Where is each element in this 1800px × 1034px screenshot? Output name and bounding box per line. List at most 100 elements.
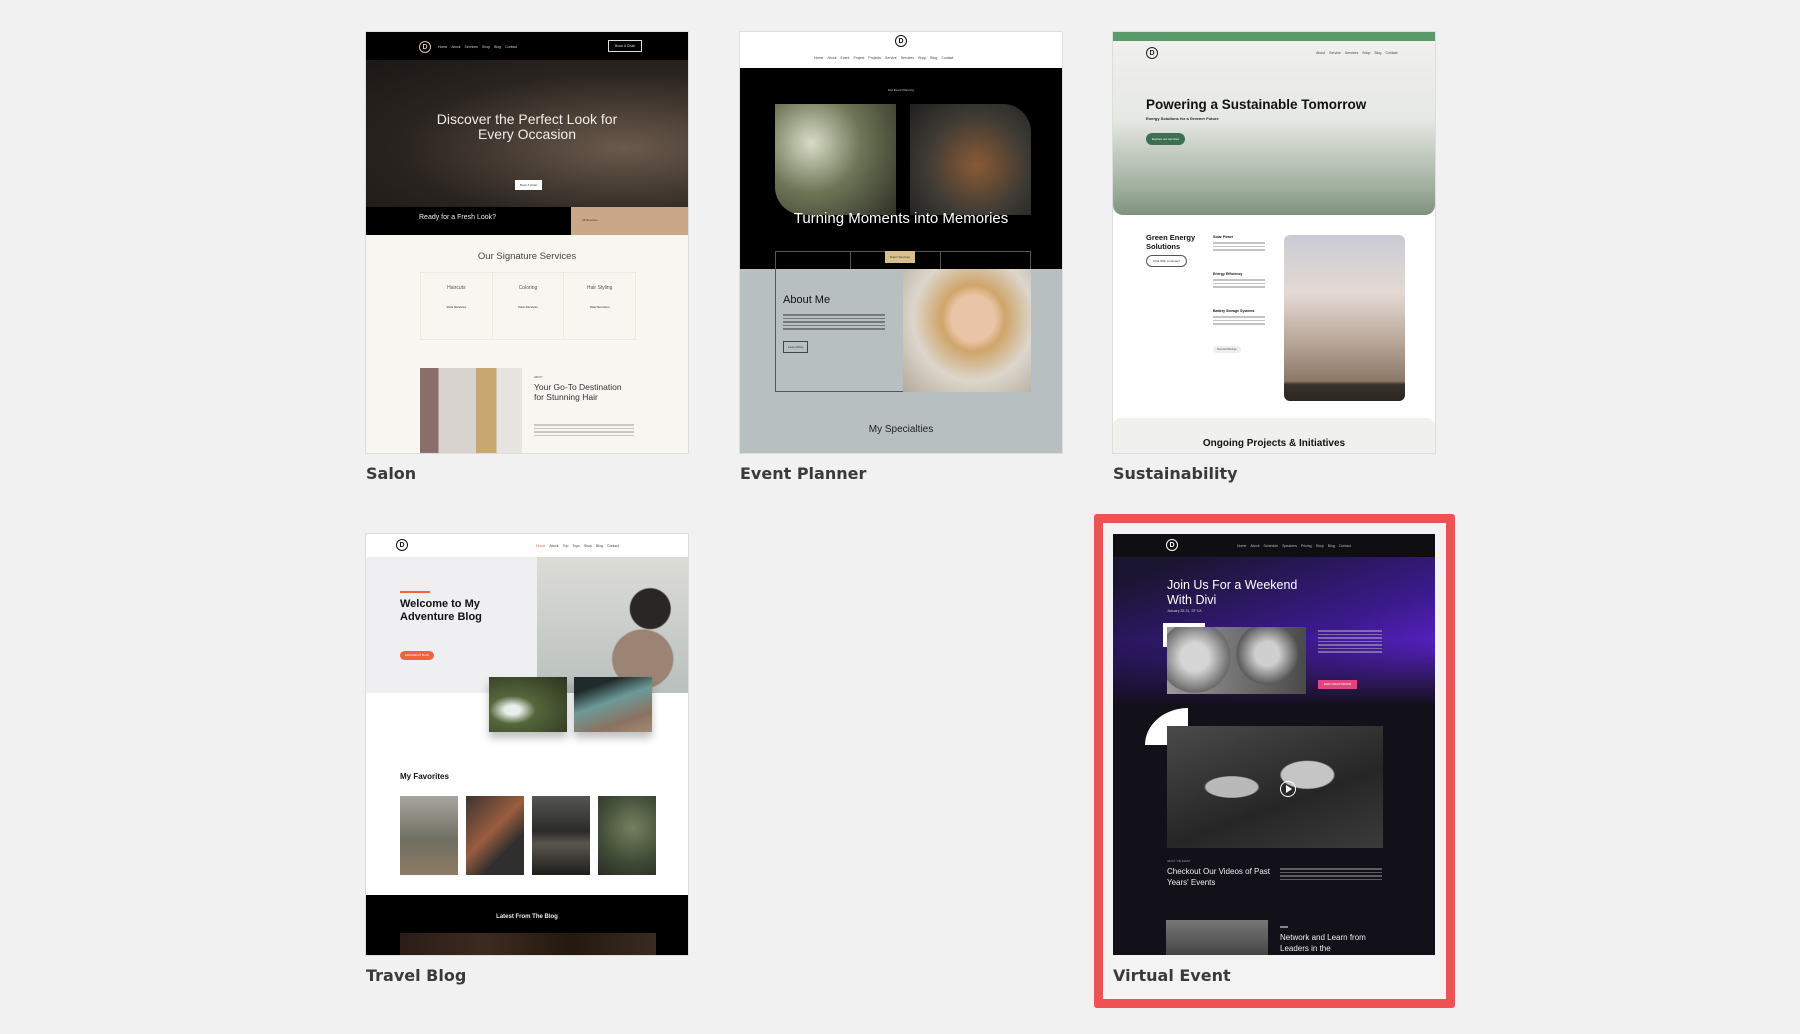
text-line — [783, 328, 885, 330]
hero-button: Event Services — [885, 251, 915, 263]
nav-item: View Services — [493, 305, 564, 309]
about-photo — [903, 269, 1031, 392]
favorite-card[interactable] — [400, 796, 458, 875]
hero-title: Welcome to My Adventure Blog — [400, 598, 520, 624]
nav-item: View Services — [564, 305, 635, 309]
nav-item: Contact — [505, 45, 517, 49]
favorite-card[interactable] — [532, 796, 590, 875]
nav-item: Home — [438, 45, 447, 49]
feature-text — [1213, 316, 1265, 327]
nav-item: Projects — [868, 56, 881, 60]
template-preview-event-planner[interactable]: D HomeAboutEventProjectProjectsServiceSe… — [740, 32, 1062, 453]
nav-item: Shop — [1316, 544, 1324, 548]
nav-item: Contact — [941, 56, 953, 60]
network-tag — [1280, 926, 1288, 928]
nav-item: Home — [814, 56, 823, 60]
hero-subtitle: Energy Solutions for a Greener Future — [1146, 116, 1219, 121]
nav-item: Blog — [1328, 544, 1335, 548]
landscape-photo — [1284, 235, 1405, 401]
template-preview-travel-blog[interactable]: D HomeAboutTripTopsShopBlogContact Welco… — [366, 534, 688, 955]
nav-item: Project — [853, 56, 864, 60]
text-line — [1213, 316, 1265, 318]
solutions-title: Green Energy Solutions — [1146, 234, 1206, 251]
nav-item: About — [549, 544, 558, 548]
ep-menu: HomeAboutEventProjectProjectsServiceServ… — [814, 56, 953, 60]
attendees-photo — [1167, 627, 1306, 694]
about-text — [534, 424, 634, 438]
network-title: Network and Learn from Leaders in the — [1280, 932, 1380, 954]
nav-item: Shop — [482, 45, 490, 49]
hero-photo-traveler — [537, 557, 688, 693]
about-title: Your Go-To Destination for Stunning Hair — [534, 382, 624, 402]
cta-bar — [366, 207, 571, 235]
nav-item: Services — [1345, 51, 1358, 55]
text-line — [1213, 246, 1265, 248]
nav-item: Pricing — [1301, 544, 1312, 548]
divi-logo-icon: D — [419, 41, 431, 53]
services-grid: Haircuts View Services Coloring View Servi… — [420, 272, 636, 340]
book-chair-nav-button: Book A Chair — [608, 40, 642, 52]
service-card: Coloring View Services — [493, 273, 565, 339]
template-name[interactable]: Event Planner — [740, 464, 866, 483]
hero-photo-catering — [910, 104, 1031, 215]
template-name[interactable]: Virtual Event — [1113, 966, 1231, 985]
nav-item: Hair Styling — [564, 285, 635, 291]
blog-title: Latest From The Blog — [366, 914, 688, 920]
text-line — [1318, 648, 1382, 650]
nav-item: View Services — [421, 305, 492, 309]
nav-item: Home — [536, 544, 545, 548]
about-text — [783, 314, 885, 332]
nav-item: Home — [1237, 544, 1246, 548]
nav-item: Coloring — [493, 285, 564, 291]
nav-item: Services — [465, 45, 478, 49]
text-line — [534, 435, 634, 437]
play-icon[interactable] — [1280, 781, 1296, 797]
nav-item: Contact — [607, 544, 619, 548]
nav-item: Blog — [1374, 51, 1381, 55]
template-name[interactable]: Sustainability — [1113, 464, 1238, 483]
text-line — [1318, 651, 1382, 653]
hero-bg — [366, 557, 537, 693]
text-line — [1318, 644, 1382, 646]
nav-item: Shop — [918, 56, 926, 60]
text-line — [1213, 286, 1265, 288]
text-line — [783, 314, 885, 316]
hero-title: Discover the Perfect Look for Every Occa… — [426, 112, 628, 142]
text-line — [1213, 283, 1265, 285]
blog-image-strip — [400, 933, 656, 955]
video-thumbnail[interactable] — [1167, 726, 1383, 848]
text-line — [1213, 279, 1265, 281]
lake-photo — [574, 677, 652, 732]
text-line — [1280, 872, 1382, 874]
text-line — [534, 428, 634, 430]
nav-item: Service — [885, 56, 897, 60]
divi-logo-icon: D — [396, 539, 408, 551]
waterfall-photo — [489, 677, 567, 732]
cta-title: Ready for a Fresh Look? — [419, 214, 496, 221]
text-line — [1213, 249, 1265, 251]
early-registration-button: EARLY REGISTRATION — [1318, 680, 1357, 689]
nav-item: About — [1316, 51, 1325, 55]
grid-line — [940, 251, 941, 269]
template-name[interactable]: Salon — [366, 464, 416, 483]
favorite-card[interactable] — [598, 796, 656, 875]
videos-title: Checkout Our Videos of Past Years' Event… — [1167, 866, 1277, 888]
nav-item: Haircuts — [421, 285, 492, 291]
network-photo — [1166, 920, 1268, 955]
text-line — [1213, 242, 1265, 244]
template-preview-salon[interactable]: D HomeAboutServicesShopBlogContact Book … — [366, 32, 688, 453]
nav-item: Blog — [494, 45, 501, 49]
about-title: About Me — [783, 294, 830, 306]
nav-item: Shop — [1362, 51, 1370, 55]
template-preview-virtual-event[interactable]: D HomeAboutScheduleSpeakersPricingShopBl… — [1113, 534, 1435, 955]
template-name[interactable]: Travel Blog — [366, 966, 466, 985]
nav-item: Contact — [1385, 51, 1397, 55]
explore-blog-button: EXPLORE MY BLOG — [400, 651, 434, 660]
divi-logo-icon: D — [1166, 539, 1178, 551]
specialties-title: My Specialties — [740, 424, 1062, 435]
favorite-card[interactable] — [466, 796, 524, 875]
template-preview-sustainability[interactable]: D AboutServiceServicesShopBlogContact Po… — [1113, 32, 1435, 453]
hero-date: January 28-31, SF CA — [1167, 609, 1202, 613]
sus-menu: AboutServiceServicesShopBlogContact — [1316, 51, 1398, 55]
hero-photo-bouquet — [775, 104, 896, 215]
